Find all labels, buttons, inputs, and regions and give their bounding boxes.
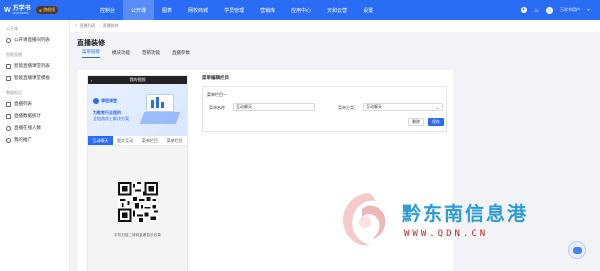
tab-menu-links[interactable]: 菜单链接 [82, 49, 100, 58]
menu-name-input[interactable]: 互动聊天 [233, 103, 315, 111]
brand-logo[interactable]: W 万学书 WANXUESHU ♛ 旗舰版 [0, 0, 75, 20]
card-heading: 菜单栏目一 [207, 92, 227, 97]
back-arrow-icon: ‹ [91, 77, 93, 83]
form-section-title: 菜单编辑栏目 [202, 75, 229, 80]
menu-item-card: 菜单栏目一 菜单名称 互动聊天 菜单分类 互动聊天 ⌄ 删除 保存 [202, 86, 447, 132]
sidebar-item-label: 智能直播课堂列表 [14, 63, 50, 68]
template-icon [6, 75, 11, 81]
sidebar-item-label: 我的推广 [14, 137, 32, 142]
menu-type-value: 互动聊天 [366, 104, 382, 109]
nav-item-apps[interactable]: 应用中心 [283, 0, 319, 20]
list-icon [6, 63, 11, 69]
watermark-title: 黔东南信息港 [402, 203, 529, 225]
sidebar-item-live-list[interactable]: 直播列表 [0, 98, 69, 110]
page-title: 直播装修 [77, 40, 105, 47]
sidebar-section-title: 公开课 [6, 26, 18, 31]
sidebar-item-label: 直播在线人数 [14, 125, 41, 130]
breadcrumb-item[interactable]: 直播列表 [80, 23, 96, 29]
assistant-robot-icon[interactable] [568, 241, 586, 259]
nav-item-cloud[interactable]: 天和云营 [319, 0, 355, 20]
preview-tab-graphic[interactable]: 图文互动 [113, 136, 138, 145]
user-icon [6, 125, 11, 131]
qr-area: 手机扫描二维码查看显示效果 [88, 156, 187, 271]
bell-icon[interactable]: ♨ [534, 7, 539, 14]
preview-banner: 课程课堂 为教育行业提供 全链路线上解决方案 [88, 84, 187, 136]
sidebar-section-title: 智能直播 [6, 52, 22, 57]
tab-module-features[interactable]: 模块功能 [112, 50, 130, 58]
chevron-down-icon[interactable]: ▼ [587, 8, 590, 12]
menu-name-label: 菜单名称 [209, 105, 225, 110]
sidebar-item-promotion[interactable]: 我的推广 [0, 134, 69, 146]
tab-live-params[interactable]: 直播参数 [172, 50, 190, 58]
video-icon [6, 101, 11, 107]
mobile-preview: ‹ 我的视频 课程课堂 为教育行业提供 全链路线上解决方案 互动聊天 图文互动 … [87, 75, 188, 271]
broadcast-icon [6, 37, 11, 43]
sidebar-item-smart-templates[interactable]: 智能直播课堂模板 [0, 72, 69, 84]
preview-tab-chat[interactable]: 互动聊天 [88, 136, 113, 145]
nav-item-students[interactable]: 学员管理 [216, 0, 252, 20]
brand-icon [93, 98, 99, 104]
menu-type-select[interactable]: 互动聊天 ⌄ [363, 103, 443, 111]
top-navigation-bar: W 万学书 WANXUESHU ♛ 旗舰版 控制台 公开课 图表 网校商城 学员… [0, 0, 600, 20]
qr-caption: 手机扫描二维码查看显示效果 [114, 233, 161, 237]
delete-button[interactable]: 删除 [408, 118, 424, 126]
sidebar: 公开课 公开课直播间列表 智能直播 智能直播课堂列表 智能直播课堂模板 数据报告… [0, 20, 70, 271]
nav-item-open-class[interactable]: 公开课 [123, 0, 155, 20]
sidebar-item-label: 智能直播课堂模板 [14, 75, 50, 80]
edition-label: 旗舰版 [43, 7, 56, 12]
user-name[interactable]: 万学书用户 [560, 7, 580, 13]
watermark-logo [343, 193, 386, 246]
qr-code [118, 182, 158, 222]
preview-header-title: 我的视频 [129, 77, 146, 82]
banner-illustration [138, 90, 182, 130]
avatar[interactable] [546, 6, 554, 14]
preview-header: ‹ 我的视频 [88, 76, 187, 84]
sidebar-item-label: 直播列表 [14, 101, 32, 106]
save-button[interactable]: 保存 [428, 118, 444, 126]
watermark: 黔东南信息港 WWW.QDN.CN [338, 183, 568, 253]
preview-tab-menu[interactable]: 菜单栏目 [162, 136, 187, 145]
chevron-down-icon: ⌄ [435, 104, 439, 110]
tab-marketing-features[interactable]: 营销功能 [142, 50, 160, 58]
breadcrumb-separator: / [98, 23, 100, 29]
chart-icon [6, 113, 11, 119]
nav-item-marketing[interactable]: 营销库 [252, 0, 283, 20]
sidebar-item-open-class-rooms[interactable]: 公开课直播间列表 [0, 34, 69, 46]
nav-item-charts[interactable]: 图表 [154, 0, 180, 20]
tab-bar: 菜单链接 模块功能 营销功能 直播参数 [70, 48, 600, 58]
preview-tab-menu[interactable]: 菜单栏目 [138, 136, 163, 145]
nav-item-console[interactable]: 控制台 [92, 0, 123, 20]
menu-type-label: 菜单分类 [338, 105, 354, 110]
share-icon [6, 137, 11, 143]
sidebar-item-online-users[interactable]: 直播在线人数 [0, 122, 69, 134]
banner-brand: 课程课堂 [101, 98, 117, 103]
nav-item-settings[interactable]: 设置 [355, 0, 381, 20]
plus-icon[interactable]: + [520, 7, 527, 13]
sidebar-item-live-stats[interactable]: 直播数据统计 [0, 110, 69, 122]
main-nav: 控制台 公开课 图表 网校商城 学员管理 营销库 应用中心 天和云营 设置 [92, 0, 381, 20]
sidebar-item-label: 直播数据统计 [14, 113, 41, 118]
logo-mark: W [4, 6, 11, 14]
back-arrow-icon[interactable]: ‹ [75, 23, 77, 29]
preview-tab-bar: 互动聊天 图文互动 菜单栏目 菜单栏目 [88, 136, 187, 146]
sidebar-item-label: 公开课直播间列表 [14, 37, 50, 42]
breadcrumb: ‹ 直播列表 / 直播装修 [70, 20, 600, 32]
watermark-url: WWW.QDN.CN [404, 229, 489, 239]
logo-subtitle: WANXUESHU [12, 11, 29, 15]
breadcrumb-item: 直播装修 [102, 23, 119, 28]
nav-item-store[interactable]: 网校商城 [180, 0, 216, 20]
edition-badge: ♛ 旗舰版 [35, 6, 59, 14]
sidebar-item-smart-classes[interactable]: 智能直播课堂列表 [0, 60, 69, 72]
sidebar-section-title: 数据报告 [6, 90, 22, 95]
banner-subline: 全链路线上解决方案 [93, 116, 129, 121]
crown-icon: ♛ [38, 7, 43, 13]
